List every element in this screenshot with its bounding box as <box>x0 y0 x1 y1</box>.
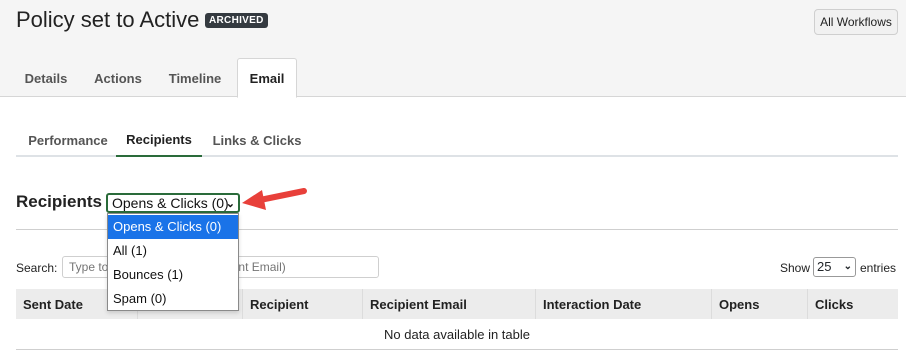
filter-option-all[interactable]: All (1) <box>108 239 238 263</box>
search-label: Search: <box>16 261 58 275</box>
tab-actions[interactable]: Actions <box>88 58 148 98</box>
col-opens[interactable]: Opens <box>712 289 808 319</box>
page-length-select[interactable]: 25 ⌄ <box>813 257 856 277</box>
col-clicks[interactable]: Clicks <box>808 289 898 319</box>
filter-option-spam[interactable]: Spam (0) <box>108 287 238 311</box>
entries-label: entries <box>860 261 897 275</box>
recipient-filter-dropdown: Opens & Clicks (0) All (1) Bounces (1) S… <box>107 213 239 311</box>
show-label: Show <box>780 261 811 275</box>
col-recipient[interactable]: Recipient <box>243 289 363 319</box>
email-sub-tabs: Performance Recipients Links & Clicks <box>16 123 898 157</box>
recipient-filter-value: Opens & Clicks (0) <box>112 195 229 211</box>
chevron-down-icon: ⌄ <box>843 261 852 272</box>
col-interaction-date[interactable]: Interaction Date <box>536 289 712 319</box>
subtab-performance[interactable]: Performance <box>20 123 116 157</box>
annotation-arrow-icon <box>242 188 307 210</box>
all-workflows-button[interactable]: All Workflows <box>814 9 898 35</box>
page-title: Policy set to Active <box>16 7 200 32</box>
archived-badge: ARCHIVED <box>205 13 268 28</box>
page-length-value: 25 <box>817 259 832 274</box>
filter-option-bounces[interactable]: Bounces (1) <box>108 263 238 287</box>
tab-details[interactable]: Details <box>16 58 76 98</box>
subtab-links-clicks[interactable]: Links & Clicks <box>212 123 302 157</box>
recipient-filter-select[interactable]: Opens & Clicks (0) ⌄ <box>106 193 240 213</box>
table-empty-row: No data available in table <box>16 320 898 350</box>
filter-option-opens-clicks[interactable]: Opens & Clicks (0) <box>108 215 238 239</box>
tab-email[interactable]: Email <box>237 58 297 98</box>
page-header: Policy set to Active ARCHIVED All Workfl… <box>0 0 906 98</box>
recipients-heading: Recipients <box>16 192 102 211</box>
col-recipient-email[interactable]: Recipient Email <box>363 289 536 319</box>
tab-timeline[interactable]: Timeline <box>160 58 230 98</box>
subtab-recipients[interactable]: Recipients <box>116 123 202 157</box>
chevron-down-icon: ⌄ <box>225 198 235 210</box>
